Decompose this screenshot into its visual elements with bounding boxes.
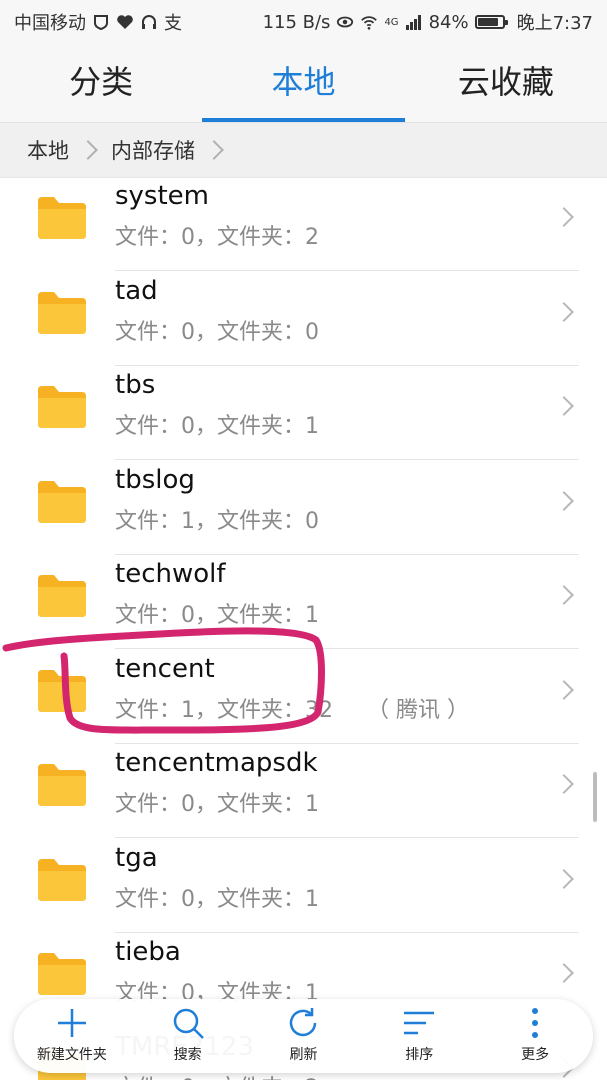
- alipay-icon: 支: [164, 13, 182, 34]
- shield-icon: [94, 15, 108, 31]
- folder-icon: [38, 480, 86, 523]
- chevron-right-icon: [554, 490, 574, 511]
- chevron-right-icon: [554, 585, 574, 605]
- scrollbar[interactable]: [593, 772, 597, 822]
- search-button[interactable]: 搜索: [138, 999, 238, 1073]
- refresh-button[interactable]: 刷新: [253, 999, 353, 1073]
- toolbar-label: 更多: [521, 1047, 550, 1063]
- new-folder-button[interactable]: 新建文件夹: [22, 999, 122, 1073]
- folder-meta: 文件：0，文件夹：1: [115, 408, 353, 440]
- chevron-right-icon: [204, 140, 224, 160]
- wifi-icon: [361, 16, 378, 30]
- network-type: 4G: [384, 16, 399, 28]
- chevron-right-icon: [554, 207, 574, 227]
- folder-name: tieba: [115, 937, 181, 967]
- more-icon: [532, 1008, 539, 1038]
- tab-label: 分类: [69, 63, 134, 101]
- chevron-right-icon: [554, 868, 574, 889]
- bottom-toolbar: 新建文件夹 搜索 刷新 排序 更多: [14, 999, 593, 1073]
- folder-counts: 文件：0，文件夹：1: [115, 792, 319, 817]
- folder-name: tbslog: [115, 464, 195, 495]
- tab-label: 本地: [271, 63, 336, 101]
- headset-icon: [142, 15, 156, 29]
- eye-icon: [337, 16, 354, 28]
- folder-row[interactable]: tga 文件：0，文件夹：1: [0, 838, 607, 933]
- chevron-right-icon: [554, 774, 574, 794]
- breadcrumb-local[interactable]: 本地: [0, 135, 69, 165]
- folder-counts: 文件：0，文件夹：1: [115, 414, 319, 439]
- folder-counts: 文件：0，文件夹：0: [115, 319, 319, 345]
- highlight-annotation: [2, 627, 325, 734]
- folder-row[interactable]: system 文件：0，文件夹：2: [0, 176, 607, 271]
- folder-row[interactable]: tbs 文件：0，文件夹：1: [0, 365, 607, 460]
- toolbar-label: 排序: [405, 1047, 434, 1063]
- clock: 晚上7:37: [516, 13, 593, 34]
- folder-name: tbs: [115, 370, 156, 400]
- folder-icon: [38, 858, 86, 901]
- folder-name: system: [115, 181, 209, 211]
- folder-name: tga: [115, 842, 158, 873]
- toolbar-label: 搜索: [173, 1047, 202, 1063]
- folder-name: tad: [115, 275, 158, 306]
- folder-icon: [38, 764, 86, 806]
- search-icon: [173, 1008, 204, 1039]
- chevron-right-icon: [554, 963, 574, 983]
- more-button[interactable]: 更多: [485, 999, 585, 1073]
- tab-cloud-favorites[interactable]: 云收藏: [405, 42, 607, 122]
- folder-counts: 文件：0，文件夹：1: [115, 886, 319, 912]
- folder-name: tencentmapsdk: [115, 748, 318, 778]
- heart-icon: [117, 15, 133, 29]
- toolbar-label: 刷新: [289, 1047, 318, 1063]
- folder-counts: 文件：0，文件夹：2: [115, 1076, 319, 1080]
- chevron-right-icon: [554, 679, 574, 700]
- signal-icon: [405, 15, 421, 30]
- battery-icon: [474, 15, 508, 29]
- folder-counts: 文件：1，文件夹：0: [115, 508, 319, 534]
- tab-bar: 分类 本地 云收藏: [0, 42, 607, 122]
- folder-icon: [38, 386, 86, 428]
- chevron-right-icon: [554, 396, 574, 416]
- tab-local[interactable]: 本地: [202, 42, 405, 122]
- chevron-right-icon: [78, 140, 98, 160]
- breadcrumb: 本地 内部存储: [0, 122, 607, 178]
- folder-meta: 文件：0，文件夹：0: [115, 314, 353, 346]
- chevron-right-icon: [554, 301, 574, 322]
- toolbar-label: 新建文件夹: [36, 1047, 107, 1063]
- folder-name: techwolf: [115, 559, 226, 589]
- battery-percent: 84%: [428, 11, 469, 33]
- folder-meta: 文件：0，文件夹：1: [115, 786, 353, 818]
- network-speed: 115 B/s: [262, 11, 331, 33]
- folder-app-tag: （ 腾讯 ）: [367, 697, 469, 723]
- carrier-name: 中国移动: [14, 13, 86, 34]
- sort-button[interactable]: 排序: [369, 999, 469, 1073]
- folder-row[interactable]: tencentmapsdk 文件：0，文件夹：1: [0, 743, 607, 838]
- folder-icon: [38, 197, 86, 239]
- folder-meta: 文件：1，文件夹：0: [115, 503, 353, 535]
- breadcrumb-internal-storage[interactable]: 内部存储: [101, 135, 195, 165]
- folder-meta: 文件：0，文件夹：2: [115, 219, 353, 251]
- folder-icon: [38, 291, 86, 334]
- plus-icon: [57, 1009, 86, 1037]
- folder-icon: [38, 953, 86, 995]
- folder-row[interactable]: tad 文件：0，文件夹：0: [0, 271, 607, 366]
- folder-row[interactable]: tbslog 文件：1，文件夹：0: [0, 460, 607, 555]
- tab-label: 云收藏: [457, 63, 554, 101]
- folder-counts: 文件：0，文件夹：2: [115, 225, 319, 250]
- refresh-icon: [290, 1008, 317, 1037]
- tab-category[interactable]: 分类: [0, 42, 202, 122]
- status-bar: 中国移动 支 115 B/s 4G 84% 晚上7:37: [0, 0, 607, 42]
- sort-icon: [404, 1011, 435, 1035]
- folder-meta: 文件：0，文件夹：1: [115, 881, 353, 913]
